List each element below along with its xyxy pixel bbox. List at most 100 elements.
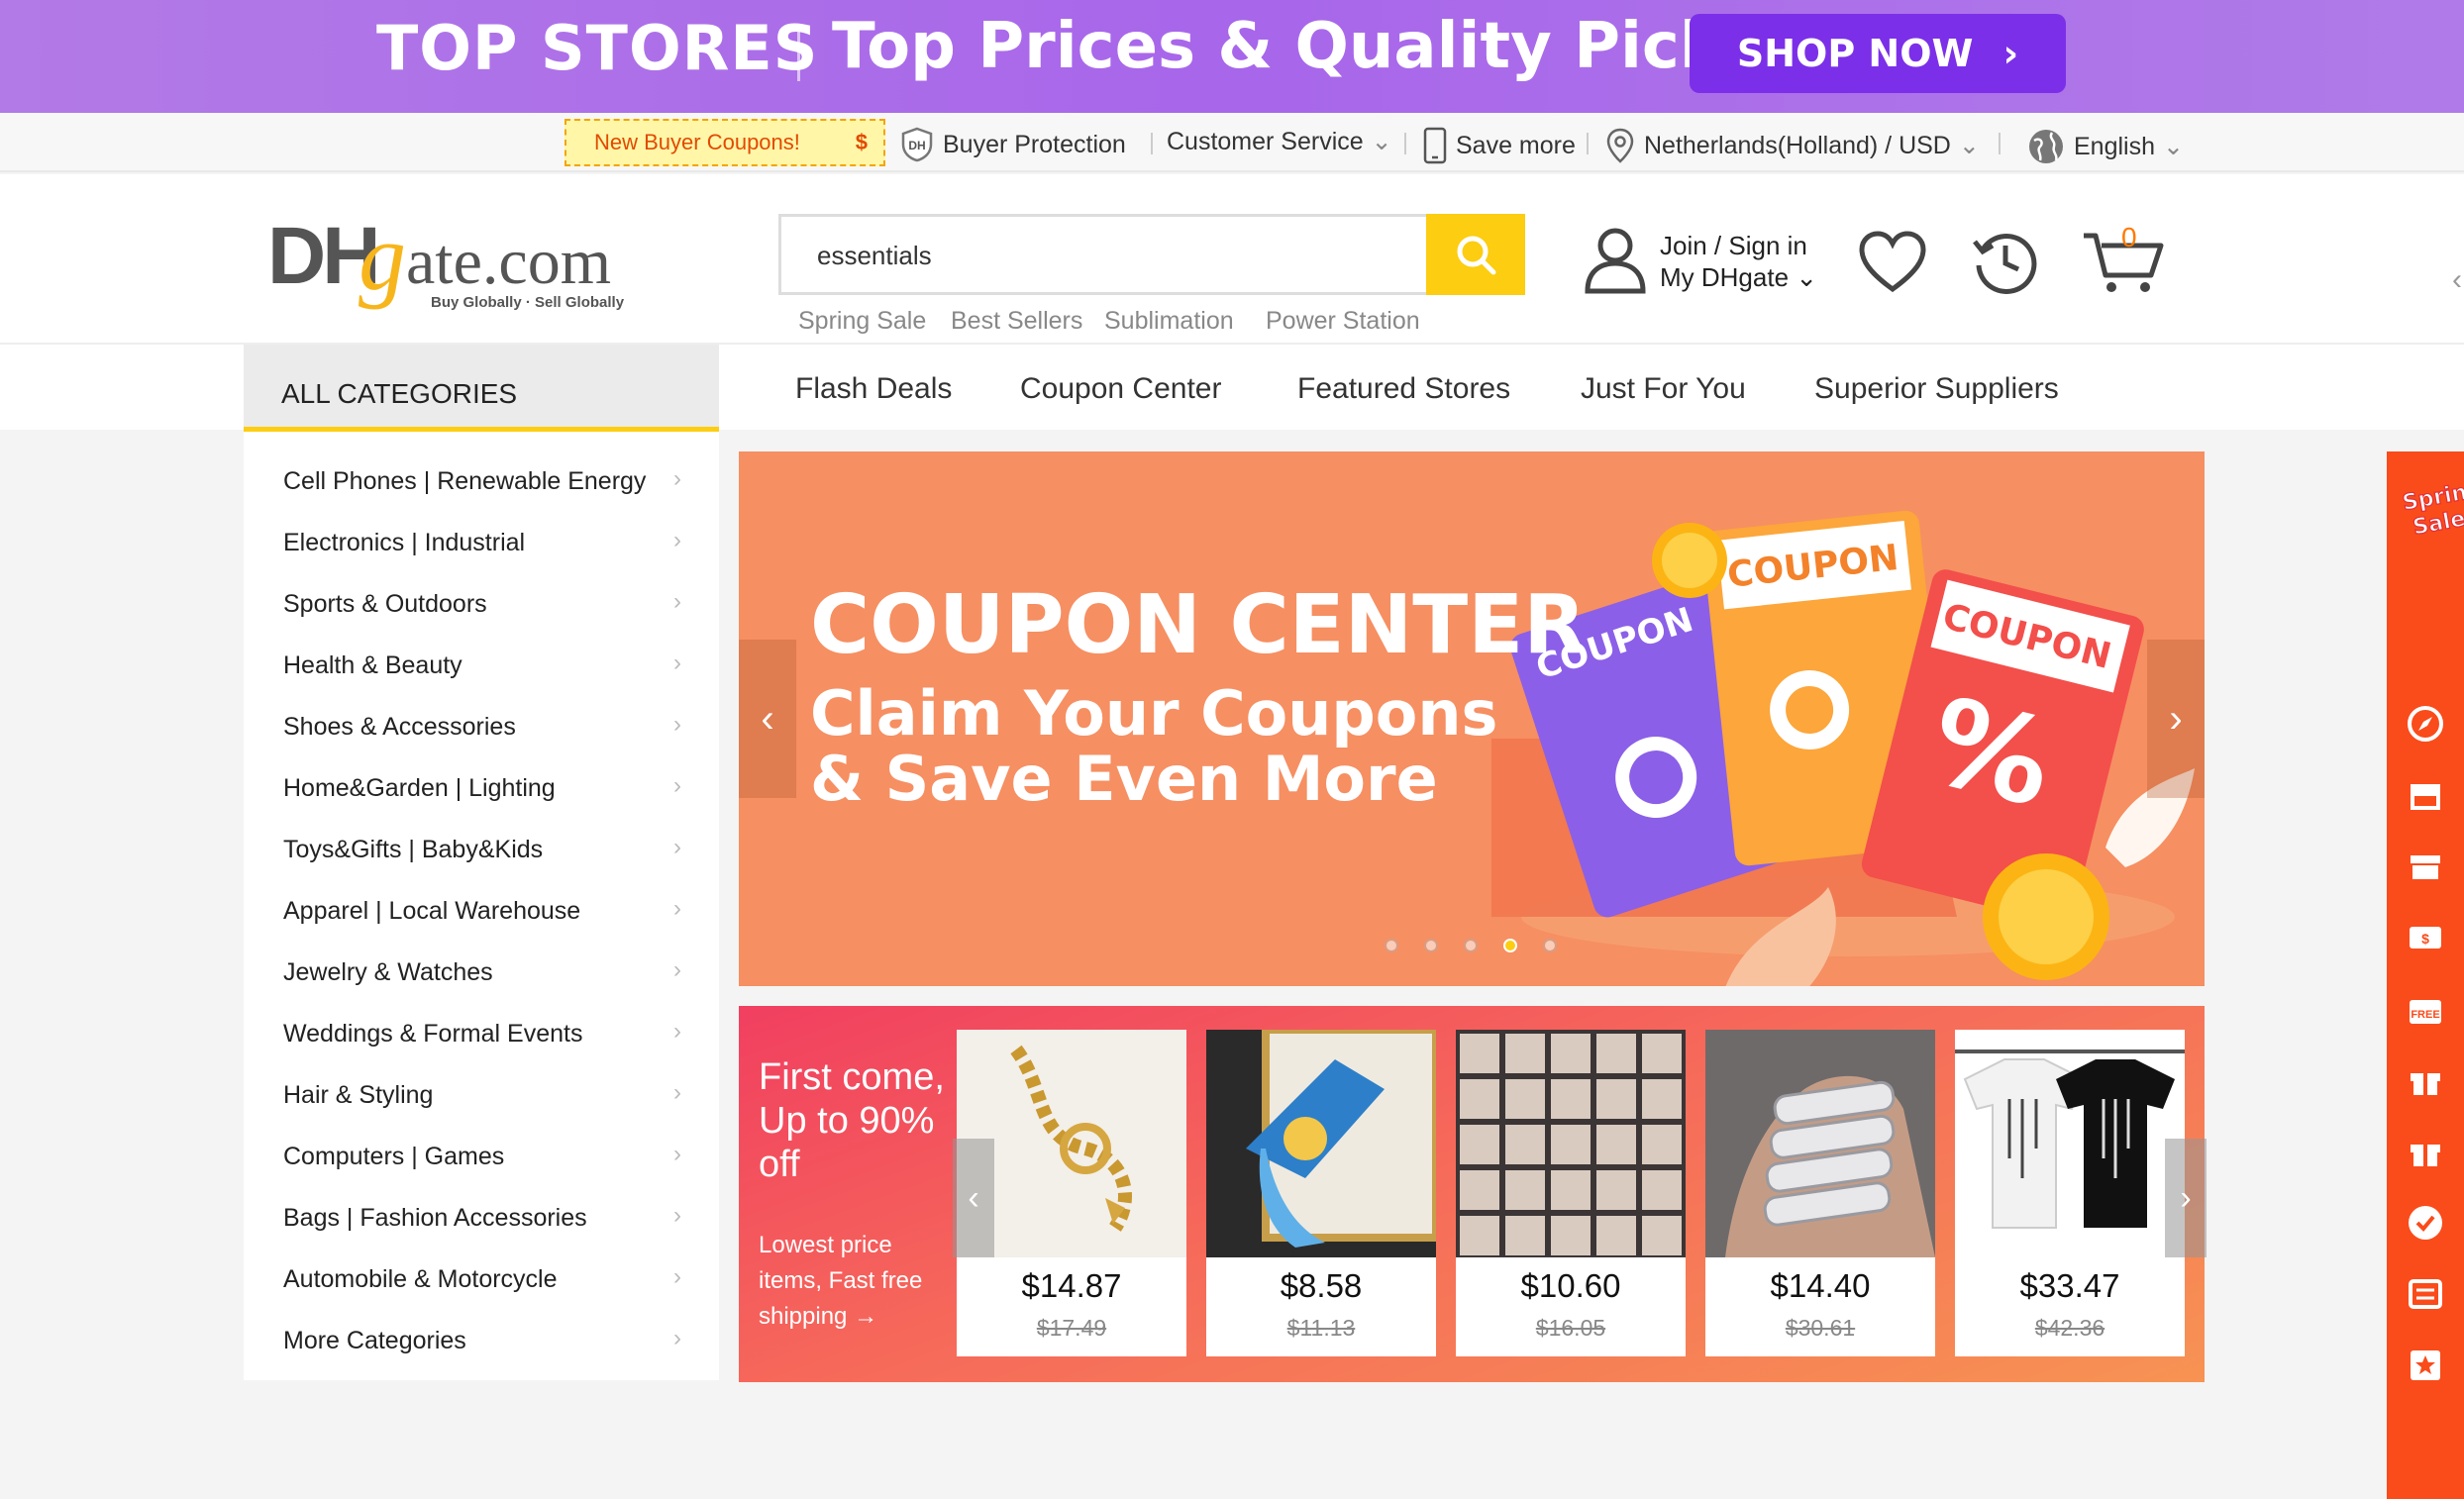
svg-text:FREE: FREE: [2411, 1009, 2439, 1021]
divider: [1587, 133, 1589, 154]
store-icon[interactable]: [2407, 848, 2444, 885]
site-header: DH g ate.com Buy Globally · Sell Globall…: [0, 174, 2464, 343]
category-item[interactable]: Shoes & Accessories: [283, 713, 516, 742]
customer-service-label: Customer Service: [1167, 127, 1364, 155]
category-sidebar: Cell Phones | Renewable Energy › Electron…: [244, 432, 719, 1380]
carousel-dot[interactable]: [1464, 939, 1478, 952]
carousel-next-button[interactable]: ›: [2147, 640, 2205, 798]
category-item[interactable]: Hair & Styling: [283, 1081, 433, 1110]
product-image: [1456, 1030, 1686, 1257]
category-item[interactable]: Computers | Games: [283, 1143, 504, 1171]
compass-icon[interactable]: [2407, 705, 2444, 743]
svg-text:ate.com: ate.com: [406, 226, 611, 298]
account-menu[interactable]: Join / Sign in My DHgate ⌄: [1660, 230, 1817, 293]
carousel-prev-button[interactable]: ‹: [739, 640, 796, 798]
divider: [1151, 133, 1153, 154]
all-categories-tab[interactable]: ALL CATEGORIES: [244, 345, 719, 432]
history-icon[interactable]: [1971, 228, 2040, 297]
gift-icon[interactable]: [2407, 1133, 2444, 1170]
product-original-price: $16.05: [1535, 1315, 1606, 1341]
hot-search-link[interactable]: Sublimation: [1104, 307, 1234, 336]
category-item[interactable]: Health & Beauty: [283, 651, 462, 680]
chevron-right-icon: ›: [673, 1018, 681, 1045]
product-original-price: $17.49: [1036, 1315, 1107, 1341]
banner-title: TOP STORES: [376, 12, 819, 84]
spring-sale-badge[interactable]: SpringSale: [2401, 481, 2464, 541]
hot-search-link[interactable]: Best Sellers: [951, 307, 1082, 336]
svg-text:g: g: [359, 204, 406, 310]
category-item[interactable]: Jewelry & Watches: [283, 958, 493, 987]
chevron-left-icon: ‹: [968, 1178, 979, 1217]
customer-service-menu[interactable]: Customer Service ⌄: [1167, 127, 1392, 156]
check-icon[interactable]: [2407, 1204, 2444, 1242]
deals-title[interactable]: First come, Up to 90% off: [759, 1055, 947, 1186]
nav-coupon-center[interactable]: Coupon Center: [1020, 372, 1221, 406]
category-item[interactable]: Weddings & Formal Events: [283, 1020, 582, 1049]
gift-icon[interactable]: [2407, 1061, 2444, 1099]
region-selector[interactable]: Netherlands(Holland) / USD ⌄: [1604, 127, 1980, 164]
category-item[interactable]: More Categories: [283, 1327, 466, 1355]
product-price: $14.40: [1770, 1267, 1871, 1304]
favorite-icon[interactable]: [2407, 1347, 2444, 1384]
deals-subtitle[interactable]: Lowest price items, Fast free shipping →: [759, 1228, 957, 1335]
search-button[interactable]: [1426, 214, 1525, 295]
category-item[interactable]: Electronics | Industrial: [283, 529, 525, 557]
product-image: [1705, 1030, 1935, 1257]
nav-just-for-you[interactable]: Just For You: [1581, 372, 1746, 406]
nav-flash-deals[interactable]: Flash Deals: [795, 372, 952, 406]
carousel-dot[interactable]: [1424, 939, 1438, 952]
language-selector[interactable]: English ⌄: [2026, 127, 2184, 166]
my-dhgate-menu[interactable]: My DHgate ⌄: [1660, 261, 1817, 293]
new-buyer-coupons[interactable]: New Buyer Coupons! $: [565, 119, 885, 166]
shop-now-button[interactable]: SHOP NOW ›: [1690, 14, 2066, 93]
join-sign-in-link[interactable]: Join / Sign in: [1660, 230, 1817, 261]
free-shipping-icon[interactable]: FREE: [2407, 990, 2444, 1028]
coupon-icon[interactable]: $: [2407, 919, 2444, 956]
product-card[interactable]: $10.60 $16.05: [1456, 1030, 1686, 1356]
category-item[interactable]: Apparel | Local Warehouse: [283, 897, 580, 926]
save-more-label: Save more: [1456, 131, 1576, 159]
buyer-protection-link[interactable]: DH Buyer Protection: [899, 127, 1126, 162]
shop-now-label: SHOP NOW: [1736, 32, 1974, 75]
flash-deals-strip: First come, Up to 90% off Lowest price i…: [739, 1006, 2207, 1382]
product-price: $14.87: [1021, 1267, 1122, 1304]
wishlist-heart-icon[interactable]: [1858, 230, 1927, 293]
hero-title: COUPON CENTER: [810, 578, 1587, 672]
chevron-left-icon[interactable]: ‹: [2452, 263, 2462, 297]
svg-text:$: $: [2421, 931, 2429, 947]
carousel-dot[interactable]: [1543, 939, 1557, 952]
product-image: [1206, 1030, 1436, 1257]
list-icon[interactable]: [2407, 1275, 2444, 1313]
language-label: English: [2074, 132, 2155, 160]
deals-next-button[interactable]: ›: [2165, 1139, 2207, 1257]
product-card[interactable]: $8.58 $11.13: [1206, 1030, 1436, 1356]
category-item[interactable]: Toys&Gifts | Baby&Kids: [283, 836, 543, 864]
category-item[interactable]: Bags | Fashion Accessories: [283, 1204, 587, 1233]
user-icon[interactable]: [1583, 226, 1648, 295]
nav-superior-suppliers[interactable]: Superior Suppliers: [1814, 372, 2059, 406]
top-promo-banner[interactable]: TOP STORES Top Prices & Quality Picks SH…: [0, 0, 2464, 113]
banner-subtitle: Top Prices & Quality Picks: [832, 10, 1760, 83]
svg-text:Buy Globally · Sell Globally: Buy Globally · Sell Globally: [431, 294, 625, 311]
category-item[interactable]: Home&Garden | Lighting: [283, 774, 556, 803]
phone-icon: [1423, 127, 1447, 164]
carousel-dot-active[interactable]: [1503, 939, 1517, 952]
hot-search-link[interactable]: Spring Sale: [798, 307, 926, 336]
globe-icon: [2029, 130, 2063, 163]
hero-carousel[interactable]: COUPON COUPON COUPON% COUPON CENTER Clai…: [739, 451, 2205, 986]
carousel-dot[interactable]: [1385, 939, 1398, 952]
save-more-link[interactable]: Save more: [1422, 127, 1576, 164]
deals-prev-button[interactable]: ‹: [953, 1139, 994, 1257]
product-card[interactable]: $14.40 $30.61: [1705, 1030, 1935, 1356]
nav-featured-stores[interactable]: Featured Stores: [1297, 372, 1510, 406]
chevron-down-icon: ⌄: [1958, 132, 1980, 159]
category-item[interactable]: Cell Phones | Renewable Energy: [283, 467, 646, 496]
category-item[interactable]: Sports & Outdoors: [283, 590, 487, 619]
store-icon[interactable]: [2407, 776, 2444, 814]
chevron-left-icon: ‹: [761, 696, 774, 741]
category-item[interactable]: Automobile & Motorcycle: [283, 1265, 558, 1294]
hot-search-link[interactable]: Power Station: [1266, 307, 1420, 336]
dhgate-logo[interactable]: DH g ate.com Buy Globally · Sell Globall…: [267, 204, 634, 323]
search-input[interactable]: essentials: [778, 214, 1525, 295]
product-card[interactable]: $33.47 $42.36: [1955, 1030, 2185, 1356]
